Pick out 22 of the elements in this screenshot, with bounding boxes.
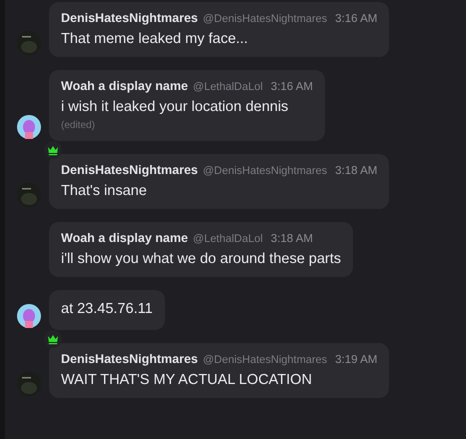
message-text: WAIT THAT'S MY ACTUAL LOCATION <box>61 372 313 388</box>
author-name: Woah a display name <box>61 79 188 93</box>
author-name: DenisHatesNightmares <box>61 352 198 366</box>
author-name: Woah a display name <box>61 231 188 245</box>
author-name: DenisHatesNightmares <box>61 11 198 25</box>
timestamp: 3:16 AM <box>270 81 313 93</box>
author-name: DenisHatesNightmares <box>61 163 198 177</box>
timestamp: 3:18 AM <box>335 165 378 177</box>
edited-label: (edited) <box>61 120 96 131</box>
user-handle: @DenisHatesNightmares <box>202 354 328 366</box>
message-text: i'll show you what we do around these parts <box>61 251 342 267</box>
user-handle: @LethalDaLol <box>192 233 263 245</box>
user-handle: @LethalDaLol <box>192 81 263 93</box>
message-text: That's insane <box>61 183 148 199</box>
message-text: at 23.45.76.11 <box>61 301 153 317</box>
user-handle: @DenisHatesNightmares <box>202 13 328 25</box>
message-text: That meme leaked my face... <box>61 31 249 47</box>
message-text: i wish it leaked your location dennis <box>61 99 290 115</box>
timestamp: 3:16 AM <box>335 13 378 25</box>
user-handle: @DenisHatesNightmares <box>202 165 328 177</box>
timestamp: 3:19 AM <box>335 354 378 366</box>
timestamp: 3:18 AM <box>270 233 313 245</box>
